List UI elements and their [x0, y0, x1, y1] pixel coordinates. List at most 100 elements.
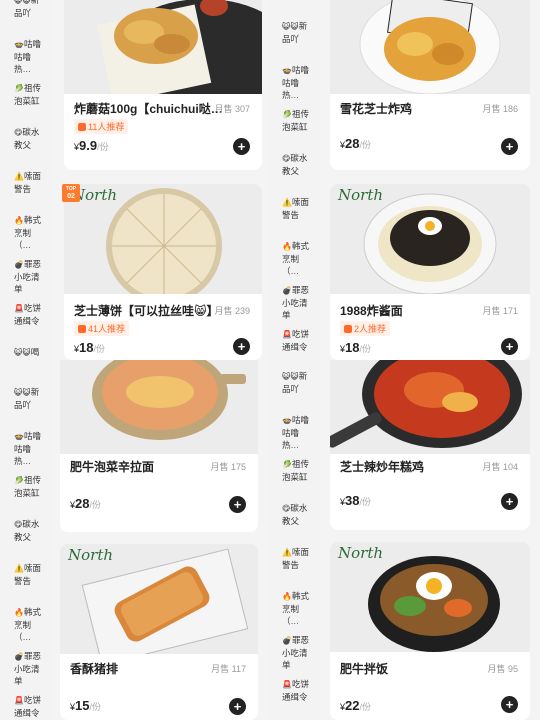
recommend-badge: 41人推荐: [74, 321, 130, 336]
product-name: 芝士辣炒年糕鸡: [340, 460, 425, 474]
category-item[interactable]: 😺😺新品吖: [268, 370, 320, 395]
recommend-text: 2人推荐: [354, 324, 387, 334]
category-item[interactable]: 💣罪恶小吃清单: [268, 634, 320, 671]
spicy-rice-cake-chicken-image: [330, 360, 530, 454]
category-item[interactable]: 😺😺喝: [0, 346, 52, 359]
monthly-sales: 月售 171: [482, 306, 518, 316]
price-unit: /份: [359, 344, 371, 354]
thumbs-up-icon: [344, 325, 352, 333]
category-item[interactable]: 🥬祖传泡菜缸: [0, 474, 52, 499]
category-item[interactable]: 🚨吃饼通缉令: [268, 328, 320, 353]
price-unit: /份: [359, 140, 371, 150]
category-item[interactable]: 😋碳水教父: [0, 518, 52, 543]
category-emoji: 😺😺: [282, 22, 299, 31]
product-name: 肥牛拌饭: [340, 662, 389, 676]
category-item[interactable]: 💣罪恶小吃清单: [268, 284, 320, 321]
price: ¥28/份: [340, 135, 371, 153]
category-item[interactable]: 🍲咕噜咕噜热…: [268, 414, 320, 451]
price-value: 18: [345, 340, 360, 355]
price-value: 28: [75, 496, 90, 511]
add-to-cart-button[interactable]: +: [233, 138, 250, 155]
category-item[interactable]: 🔥韩式烹制（…: [268, 590, 320, 627]
category-item[interactable]: 🥬祖传泡菜缸: [268, 458, 320, 483]
category-item[interactable]: 🚨吃饼通缉令: [0, 302, 52, 327]
product-card[interactable]: North 芝士薄饼【可以拉丝哇😸】 月售 239 41人推荐 ¥18/份 +: [64, 184, 262, 360]
category-item[interactable]: 🔥韩式烹制（…: [268, 240, 320, 277]
category-item[interactable]: ⚠️嗦面警告: [0, 562, 52, 587]
product-card[interactable]: 芝士辣炒年糕鸡 月售 104 ¥38/份 +: [330, 360, 530, 530]
category-item[interactable]: ⚠️嗦面警告: [0, 170, 52, 195]
category-emoji: 🍲: [282, 66, 292, 75]
monthly-sales: 月售 95: [487, 664, 518, 674]
add-to-cart-button[interactable]: +: [501, 696, 518, 713]
recommend-text: 11人推荐: [88, 122, 125, 132]
price: ¥9.9/份: [74, 137, 109, 155]
category-emoji: 💣: [14, 260, 24, 269]
product-card[interactable]: 雪花芝士炸鸡 月售 186 ¥28/份 +: [330, 0, 530, 170]
price-value: 28: [345, 136, 360, 151]
product-card[interactable]: 肥牛泡菜辛拉面 月售 175 ¥28/份 +: [60, 360, 258, 532]
category-item[interactable]: 😺😺新品吖: [0, 386, 52, 411]
kimchi-ramen-image: [60, 360, 258, 454]
panel-top-left: 😺😺新品吖 🍲咕噜咕噜热… 🥬祖传泡菜缸 😋碳水教父 ⚠️嗦面警告 🔥韩式烹制（…: [0, 0, 268, 360]
add-to-cart-button[interactable]: +: [501, 493, 518, 510]
category-item[interactable]: 😺😺新品吖: [0, 0, 52, 19]
fried-mushroom-image: [64, 0, 262, 94]
top-label: TOP: [65, 186, 77, 192]
add-to-cart-button[interactable]: +: [501, 138, 518, 155]
add-to-cart-button[interactable]: +: [501, 338, 518, 355]
monthly-sales: 月售 186: [482, 104, 518, 114]
monthly-sales: 月售 117: [211, 664, 246, 674]
category-sidebar: 😺😺新品吖 🍲咕噜咕噜热… 🥬祖传泡菜缸 😋碳水教父 ⚠️嗦面警告 🔥韩式烹制（…: [0, 360, 52, 720]
product-card[interactable]: North 香酥猪排 月售 117 ¥15/份 +: [60, 544, 258, 720]
category-item[interactable]: 🚨吃饼通缉令: [0, 694, 52, 719]
price: ¥38/份: [340, 492, 371, 510]
category-item[interactable]: 😋碳水教父: [268, 152, 320, 177]
category-emoji: 🚨: [282, 330, 292, 339]
price-value: 15: [75, 698, 90, 713]
category-item[interactable]: 🔥韩式烹制（…: [0, 606, 52, 643]
category-item[interactable]: 🚨吃饼通缉令: [268, 678, 320, 703]
category-emoji: ⚠️: [14, 172, 24, 181]
price: ¥28/份: [70, 495, 101, 513]
price: ¥22/份: [340, 697, 371, 715]
category-item[interactable]: 😋碳水教父: [0, 126, 52, 151]
product-card[interactable]: 炸蘑菇100g【chuichui哒… 月售 307 11人推荐 ¥9.9/份 +: [64, 0, 262, 170]
category-item[interactable]: 🥬祖传泡菜缸: [268, 108, 320, 133]
category-sidebar: 😺😺新品吖 🍲咕噜咕噜热… 🥬祖传泡菜缸 😋碳水教父 ⚠️嗦面警告 🔥韩式烹制（…: [268, 0, 320, 360]
category-item[interactable]: ⚠️嗦面警告: [268, 196, 320, 221]
category-item[interactable]: 💣罪恶小吃清单: [0, 650, 52, 687]
category-emoji: ⚠️: [14, 564, 24, 573]
category-sidebar: 😺😺新品吖 🍲咕噜咕噜热… 🥬祖传泡菜缸 😋碳水教父 ⚠️嗦面警告 🔥韩式烹制（…: [268, 360, 320, 720]
add-to-cart-button[interactable]: +: [233, 338, 250, 355]
recommend-badge: 2人推荐: [340, 321, 391, 336]
category-item[interactable]: ⚠️嗦面警告: [268, 546, 320, 571]
product-image: [330, 360, 530, 454]
category-item[interactable]: 🥬祖传泡菜缸: [0, 82, 52, 107]
monthly-sales: 月售 239: [214, 306, 250, 316]
product-name: 1988炸酱面: [340, 304, 403, 318]
price: ¥18/份: [74, 339, 105, 357]
product-card[interactable]: North 1988炸酱面 月售 171 2人推荐 ¥18/份 +: [330, 184, 530, 360]
category-emoji: 😺😺: [14, 388, 31, 397]
category-emoji: 🥬: [282, 110, 292, 119]
panel-top-right: 😺😺新品吖 🍲咕噜咕噜热… 🥬祖传泡菜缸 😋碳水教父 ⚠️嗦面警告 🔥韩式烹制（…: [268, 0, 540, 360]
category-item[interactable]: 😋碳水教父: [268, 502, 320, 527]
category-item[interactable]: 🍲咕噜咕噜热…: [0, 38, 52, 75]
price-value: 22: [345, 698, 360, 713]
product-card[interactable]: North 肥牛拌饭 月售 95 ¥22/份 +: [330, 542, 530, 720]
monthly-sales: 月售 175: [210, 462, 246, 472]
category-item[interactable]: 😺😺新品吖: [268, 20, 320, 45]
category-emoji: 🥬: [14, 476, 24, 485]
add-to-cart-button[interactable]: +: [229, 496, 246, 513]
category-item[interactable]: 🍲咕噜咕噜热…: [0, 430, 52, 467]
category-item[interactable]: 💣罪恶小吃清单: [0, 258, 52, 295]
category-emoji: 😺😺: [14, 0, 31, 5]
category-item[interactable]: 🔥韩式烹制（…: [0, 214, 52, 251]
category-item[interactable]: 🍲咕噜咕噜热…: [268, 64, 320, 101]
panel-bottom-left: 😺😺新品吖 🍲咕噜咕噜热… 🥬祖传泡菜缸 😋碳水教父 ⚠️嗦面警告 🔥韩式烹制（…: [0, 360, 268, 720]
recommend-badge: 11人推荐: [74, 119, 129, 134]
category-emoji: 💣: [14, 652, 24, 661]
price-unit: /份: [93, 344, 105, 354]
add-to-cart-button[interactable]: +: [229, 698, 246, 715]
